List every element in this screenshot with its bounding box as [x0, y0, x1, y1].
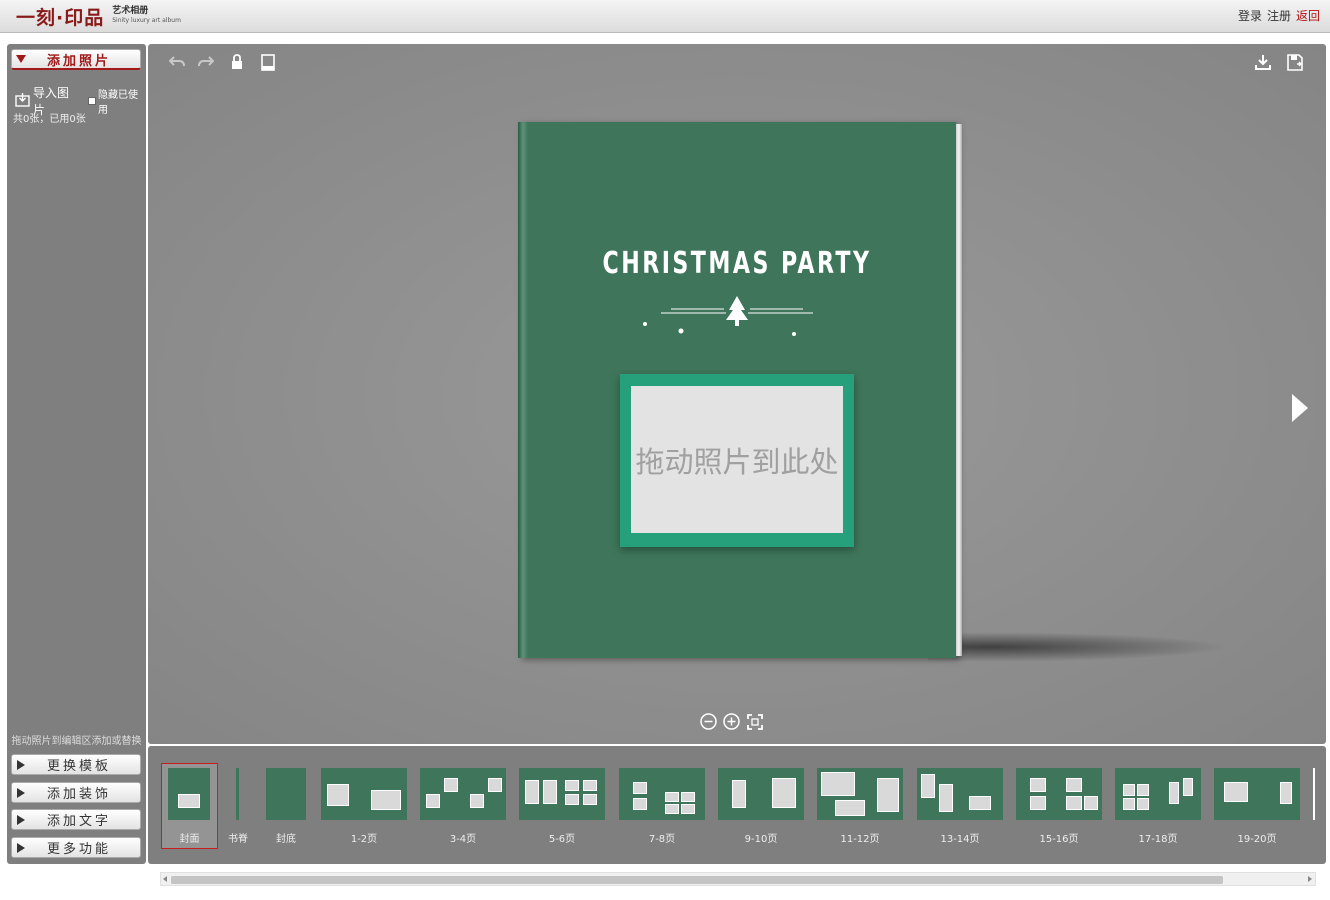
page-thumbnail-strip: 封面 书脊 封底 1-2页 3-4页 5-6页 7-8页 9-10页 11-12…	[148, 746, 1326, 864]
strip-end-divider	[1313, 768, 1315, 820]
page-thumb-13-14[interactable]	[917, 768, 1003, 820]
logo: 一刻·印品 艺术相册 Sinity luxury art album	[16, 3, 181, 29]
hide-used-label: 隐藏已使用	[98, 90, 138, 116]
cover-title[interactable]: CHRISTMAS PARTY	[557, 246, 916, 281]
scrollbar-thumb[interactable]	[171, 876, 1223, 884]
lock-icon[interactable]	[227, 52, 247, 72]
cover-spine-edge	[518, 122, 528, 658]
change-template-label: 更换模板	[46, 759, 111, 774]
add-decoration-label: 添加装饰	[46, 787, 111, 802]
top-bar: 一刻·印品 艺术相册 Sinity luxury art album 登录 注册…	[0, 0, 1330, 33]
back-link[interactable]: 返回	[1296, 7, 1320, 24]
page-label: 17-18页	[1138, 834, 1178, 845]
logo-subtitle-en: Sinity luxury art album	[112, 17, 181, 24]
fit-icon[interactable]	[745, 712, 764, 731]
scroll-left-icon[interactable]	[163, 876, 167, 882]
page-label: 11-12页	[840, 834, 880, 845]
login-link[interactable]: 登录	[1238, 7, 1262, 24]
add-decoration-button[interactable]: 添加装饰	[11, 782, 141, 803]
next-page-arrow[interactable]	[1292, 394, 1308, 422]
zoom-controls	[699, 712, 764, 731]
book-icon[interactable]	[258, 52, 278, 72]
triangle-down-icon	[12, 55, 30, 63]
page-label: 15-16页	[1039, 834, 1079, 845]
zoom-out-icon[interactable]	[699, 712, 718, 731]
triangle-right-icon	[12, 787, 30, 798]
undo-icon[interactable]	[167, 52, 187, 72]
more-features-label: 更多功能	[46, 842, 111, 857]
change-template-button[interactable]: 更换模板	[11, 754, 141, 775]
page-label: 13-14页	[940, 834, 980, 845]
page-thumb-5-6[interactable]	[519, 768, 605, 820]
triangle-right-icon	[12, 759, 30, 770]
save-icon[interactable]	[1285, 52, 1305, 72]
page-thumb-spine[interactable]	[236, 768, 239, 820]
register-link[interactable]: 注册	[1267, 7, 1291, 24]
page-thumb-3-4[interactable]	[420, 768, 506, 820]
book-shadow	[928, 632, 1228, 662]
page-label: 1-2页	[350, 834, 378, 845]
page-thumb-15-16[interactable]	[1016, 768, 1102, 820]
redo-icon[interactable]	[196, 52, 216, 72]
page-thumb-back[interactable]	[266, 768, 306, 820]
add-photo-label: 添加照片	[46, 53, 111, 69]
add-photo-button[interactable]: 添加照片	[11, 49, 141, 70]
logo-text: 一刻·印品	[16, 6, 105, 29]
page-label: 5-6页	[548, 834, 576, 845]
page-thumb-9-10[interactable]	[718, 768, 804, 820]
page-label: 7-8页	[648, 834, 676, 845]
christmas-tree-ornament	[643, 296, 813, 336]
page-label: 19-20页	[1237, 834, 1277, 845]
scroll-right-icon[interactable]	[1308, 876, 1312, 882]
page-thumb-17-18[interactable]	[1115, 768, 1201, 820]
page-thumb-7-8[interactable]	[619, 768, 705, 820]
page-label: 3-4页	[449, 834, 477, 845]
left-panel: 添加照片 导入图片 隐藏已使用 共0张，已用0张 拖动照片到编辑区添加或替换 更…	[7, 44, 146, 864]
logo-subtitle: 艺术相册 Sinity luxury art album	[112, 7, 181, 25]
page-thumb-19-20[interactable]	[1214, 768, 1300, 820]
logo-subtitle-cn: 艺术相册	[112, 6, 149, 16]
triangle-right-icon	[12, 814, 30, 825]
page-label: 书脊	[228, 834, 248, 845]
download-icon[interactable]	[1253, 52, 1273, 72]
drag-hint: 拖动照片到编辑区添加或替换	[11, 736, 142, 747]
import-icon[interactable]	[15, 92, 30, 110]
cover-page-edge	[956, 124, 962, 656]
page-thumb-cover[interactable]	[168, 768, 210, 820]
thumbnail-scrollbar[interactable]	[160, 872, 1316, 886]
hide-used-checkbox[interactable]	[88, 97, 96, 105]
album-cover[interactable]: CHRISTMAS PARTY 拖动照片到此处	[518, 122, 962, 658]
page-label: 封底	[276, 834, 296, 845]
photo-count: 共0张，已用0张	[13, 114, 86, 125]
page-thumb-11-12[interactable]	[817, 768, 903, 820]
page-label: 封面	[179, 834, 200, 845]
page-thumb-1-2[interactable]	[321, 768, 407, 820]
add-text-label: 添加文字	[46, 814, 111, 829]
top-links: 登录 注册 返回	[1238, 7, 1320, 24]
hide-used-toggle[interactable]: 隐藏已使用	[88, 86, 146, 116]
photo-drop-zone[interactable]: 拖动照片到此处	[631, 386, 843, 533]
page-label: 9-10页	[744, 834, 778, 845]
more-features-button[interactable]: 更多功能	[11, 837, 141, 858]
zoom-in-icon[interactable]	[722, 712, 741, 731]
photo-frame: 拖动照片到此处	[620, 374, 854, 547]
add-text-button[interactable]: 添加文字	[11, 809, 141, 830]
editor-canvas: CHRISTMAS PARTY 拖动照片到此处	[148, 44, 1326, 744]
triangle-right-icon	[12, 842, 30, 853]
